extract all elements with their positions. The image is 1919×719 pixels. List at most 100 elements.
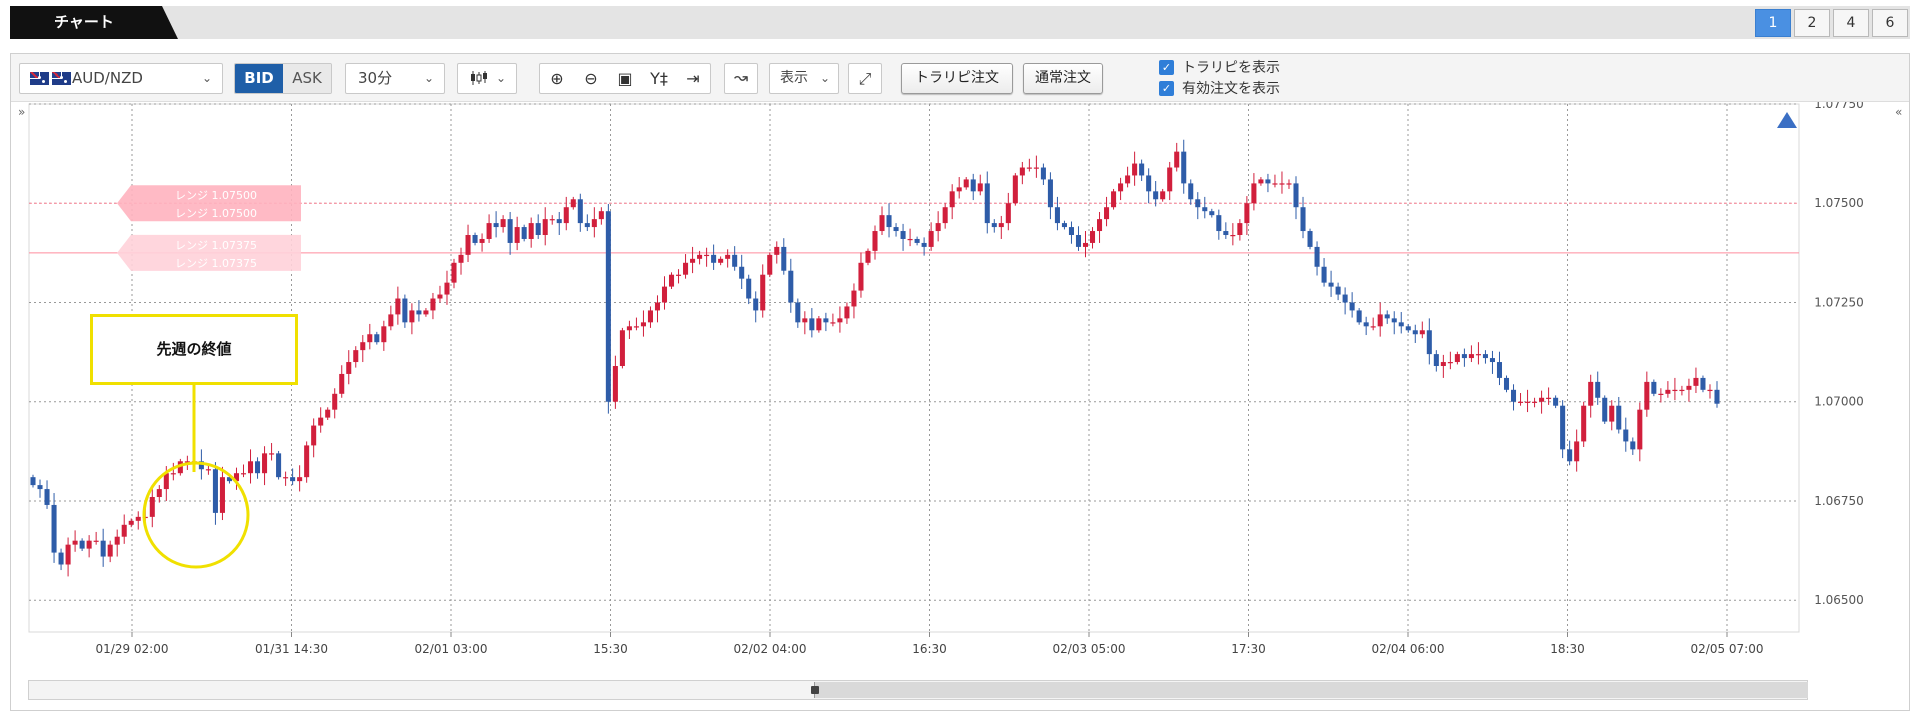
- candle-body: [170, 473, 176, 475]
- candle-body: [1679, 389, 1685, 392]
- chart-type-select[interactable]: ⌄: [457, 63, 517, 94]
- candle-body: [1567, 449, 1573, 462]
- candle-body: [1398, 322, 1404, 327]
- candle-body: [507, 219, 513, 243]
- candle-body: [212, 469, 218, 513]
- candle-body: [465, 235, 471, 255]
- indicator-add-icon[interactable]: ↝: [724, 63, 758, 94]
- x-tick-label: 17:30: [1231, 642, 1266, 656]
- candle-body: [486, 223, 492, 239]
- jump-to-latest-icon[interactable]: ⇥: [676, 64, 710, 93]
- candle-body: [1356, 310, 1362, 323]
- scrollbar-grip[interactable]: [811, 686, 819, 694]
- candle-body: [1026, 167, 1032, 169]
- show-trail-checkbox[interactable]: ✓ トラリピを表示: [1159, 57, 1280, 78]
- candle-body: [746, 278, 752, 299]
- ask-button[interactable]: ASK: [283, 64, 331, 93]
- candle-body: [1651, 381, 1657, 394]
- show-active-orders-checkbox[interactable]: ✓ 有効注文を表示: [1159, 78, 1280, 99]
- layout-6-button[interactable]: 6: [1872, 9, 1908, 37]
- candle-body: [872, 231, 878, 251]
- candle-body: [262, 453, 268, 474]
- candle-body: [1693, 377, 1699, 386]
- candle-body: [830, 322, 836, 324]
- candle-body: [563, 207, 569, 224]
- fit-icon[interactable]: ▣: [608, 64, 642, 93]
- candle-body: [612, 366, 618, 402]
- candle-body: [1082, 242, 1089, 247]
- candle-body: [283, 477, 289, 479]
- candle-body: [1707, 389, 1713, 392]
- y-tick-label: 1.06750: [1814, 494, 1864, 508]
- x-tick-label: 15:30: [593, 642, 628, 656]
- candle-body: [240, 473, 247, 475]
- candlestick-icon: [471, 71, 487, 85]
- display-checkboxes: ✓ トラリピを表示 ✓ 有効注文を表示: [1159, 57, 1280, 99]
- candle-body: [219, 477, 225, 513]
- candle-body: [402, 298, 408, 323]
- candle-body: [339, 373, 345, 394]
- candle-body: [1426, 330, 1432, 355]
- price-chart[interactable]: レンジ 1.07500 レンジ 1.07500 レンジ 1.07375 レンジ 1.0…: [11, 102, 1909, 680]
- candle-body: [647, 310, 653, 323]
- candle-body: [921, 242, 927, 247]
- candle-body: [556, 219, 562, 224]
- layout-4-button[interactable]: 4: [1833, 9, 1869, 37]
- candle-body: [79, 540, 85, 549]
- checkmark-icon: ✓: [1159, 60, 1174, 75]
- zoom-out-icon[interactable]: ⊖: [574, 64, 608, 93]
- candle-body: [1279, 183, 1285, 185]
- candle-body: [697, 254, 703, 259]
- candle-body: [1503, 377, 1510, 390]
- candle-body: [598, 211, 604, 220]
- candle-body: [1475, 354, 1481, 356]
- layout-2-button[interactable]: 2: [1794, 9, 1830, 37]
- chevron-down-icon: ⌄: [201, 71, 212, 85]
- time-axis: 01/29 02:00 01/31 14:30 02/01 03:00 15:30 02…: [96, 632, 1763, 656]
- display-menu[interactable]: 表示 ⌄: [769, 63, 839, 94]
- candle-body: [633, 326, 639, 328]
- candle-body: [1419, 330, 1425, 335]
- normal-order-button[interactable]: 通常注文: [1023, 63, 1103, 94]
- candle-body: [1553, 397, 1559, 406]
- candle-body: [1672, 389, 1678, 392]
- currency-pair-select[interactable]: AUD/NZD ⌄: [19, 63, 223, 94]
- candle-body: [325, 409, 331, 418]
- candle-body: [1223, 231, 1229, 236]
- chart-scrollbar[interactable]: [28, 680, 1808, 700]
- y-tick-label: 1.06500: [1814, 593, 1864, 607]
- timeframe-select[interactable]: 30分 ⌄: [345, 63, 445, 94]
- candle-body: [1068, 227, 1074, 236]
- candle-body: [1265, 179, 1271, 184]
- candle-body: [416, 310, 422, 315]
- candle-body: [114, 536, 120, 545]
- candle-body: [121, 524, 127, 537]
- candle-body: [521, 227, 527, 239]
- range-order-label: レンジ 1.07500: [175, 189, 257, 202]
- y-tick-label: 1.07250: [1814, 295, 1864, 309]
- candle-body: [1089, 231, 1096, 243]
- scrollbar-thumb[interactable]: [814, 682, 1808, 698]
- candle-body: [500, 219, 506, 228]
- x-tick-label: 02/01 03:00: [415, 642, 488, 656]
- zoom-in-icon[interactable]: ⊕: [540, 64, 574, 93]
- candle-body: [711, 254, 717, 263]
- x-tick-label: 02/04 06:00: [1372, 642, 1445, 656]
- trail-order-button[interactable]: トラリピ注文: [901, 63, 1013, 94]
- chart-title-tab[interactable]: チャート: [10, 6, 178, 39]
- annotation-box: 先週の終値: [90, 314, 298, 385]
- layout-1-button[interactable]: 1: [1755, 9, 1791, 37]
- candle-body: [1216, 215, 1222, 232]
- chevron-down-icon: ⌄: [819, 71, 830, 85]
- x-tick-label: 18:30: [1550, 642, 1585, 656]
- y-scale-icon[interactable]: Y‡: [642, 64, 676, 93]
- candle-body: [956, 187, 962, 192]
- candle-body: [1061, 223, 1067, 228]
- candle-body: [626, 326, 632, 331]
- candle-body: [86, 540, 92, 549]
- candle-body: [353, 350, 359, 363]
- fullscreen-icon[interactable]: ⤢: [848, 63, 882, 94]
- candle-body: [654, 302, 661, 311]
- bid-button[interactable]: BID: [235, 64, 283, 93]
- australia-flag-icon: [30, 72, 49, 85]
